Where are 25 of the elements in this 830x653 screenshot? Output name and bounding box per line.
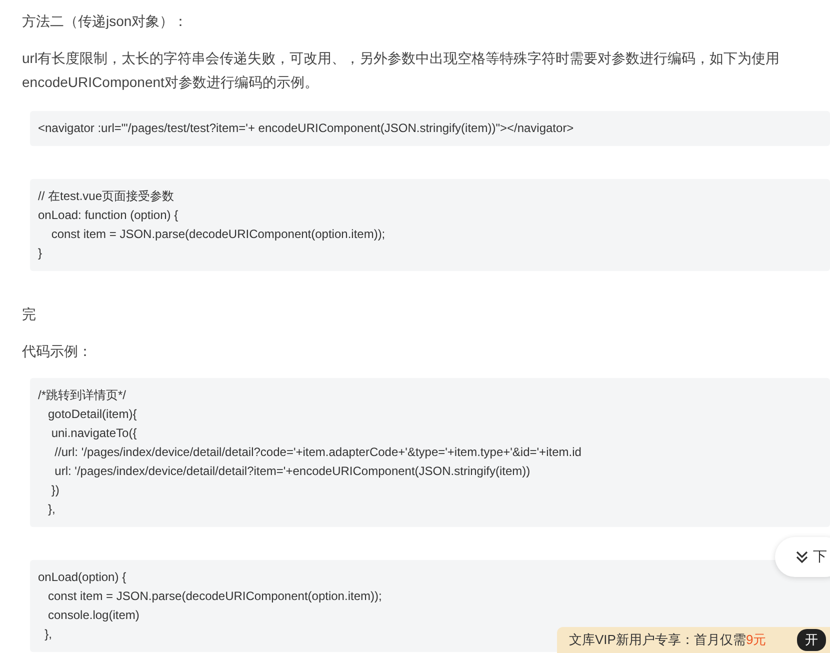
paragraph: 完	[22, 305, 37, 324]
code-line: <navigator :url="'/pages/test/test?item='+ encodeURIComponent(JSON.stringify(item))"></navigator>	[38, 120, 574, 137]
code-line: //url: '/pages/index/device/detail/detail?code='+item.adapterCode+'&type='+item.type+'&id='+item.id	[54, 444, 582, 461]
code-line: onLoad(option) {	[38, 569, 126, 586]
code-line: console.log(item)	[47, 607, 140, 624]
section-heading: 方法二（传递json对象）：	[22, 12, 189, 31]
code-line: url: '/pages/index/device/detail/detail?item='+encodeURIComponent(JSON.stringify(item))	[54, 463, 530, 480]
paragraph: 代码示例：	[22, 342, 93, 361]
next-button[interactable]: 下	[775, 537, 830, 577]
code-line: },	[47, 501, 56, 518]
code-line: })	[50, 482, 60, 499]
code-line: }	[38, 245, 42, 262]
code-line: const item = JSON.parse(decodeURIComponent(option.item));	[47, 588, 382, 605]
open-button[interactable]: 开	[797, 629, 826, 651]
code-line: onLoad: function (option) {	[38, 207, 178, 224]
code-line: gotoDetail(item){	[47, 406, 137, 423]
code-line: const item = JSON.parse(decodeURIComponent(option.item));	[50, 226, 386, 243]
promo-text: 文库VIP新用户专享：首月仅需	[569, 631, 746, 649]
promo-price: 9元	[746, 631, 766, 649]
chevron-double-down-icon	[795, 550, 809, 564]
code-line: },	[44, 626, 52, 643]
code-line: uni.navigateTo({	[50, 425, 137, 442]
code-line: /*跳转到详情页*/	[38, 387, 126, 404]
code-line: // 在test.vue页面接受参数	[38, 188, 174, 205]
paragraph: url有长度限制，太长的字符串会传递失败，可改用、，另外参数中出现空格等特殊字符时需要对参数进行编码，如下为使用encodeURIComponent对参数进行编码的示例。	[22, 49, 781, 92]
